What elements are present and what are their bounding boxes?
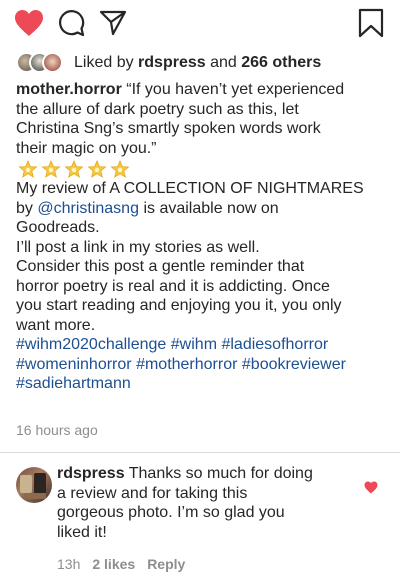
comment-username[interactable]: rdspress — [57, 465, 125, 482]
star-icon — [87, 160, 107, 178]
reply-button[interactable]: Reply — [147, 556, 185, 572]
likes-text: Liked by rdspress and 266 others — [74, 54, 321, 72]
hashtag-line: #wihm2020challenge #wihm #ladiesofhorror — [16, 335, 390, 355]
hashtag-link[interactable]: #wihm — [171, 336, 217, 353]
caption-line: you start reading and enjoying you it, y… — [16, 297, 342, 314]
caption-line: mother.horror “If you haven’t yet experi… — [16, 80, 390, 100]
hashtag-line: #womeninhorror #motherhorror #bookreview… — [16, 355, 390, 375]
heart-small-icon[interactable] — [364, 481, 378, 494]
caption-line: Goodreads. — [16, 219, 100, 236]
star-icon — [18, 160, 38, 178]
likes-prefix: Liked by — [74, 54, 134, 71]
hashtag-link[interactable]: #bookreviewer — [242, 356, 346, 373]
caption-line: horror poetry is real and it is addictin… — [16, 277, 330, 295]
mention-link[interactable]: @christinasng — [37, 200, 139, 217]
comment-text: Thanks so much for doing — [128, 465, 313, 482]
liker-avatars — [16, 52, 70, 74]
post-timestamp: 16 hours ago — [16, 422, 98, 438]
hashtag-link[interactable]: #ladiesofhorror — [221, 336, 328, 353]
caption-line: their magic on you.” — [16, 139, 157, 157]
hashtag-link[interactable]: #motherhorror — [136, 356, 237, 373]
review-by: by — [16, 199, 33, 217]
post-action-bar — [0, 0, 400, 44]
divider — [0, 452, 400, 453]
avatar[interactable] — [16, 467, 52, 503]
caption-line: I’ll post a link in my stories as well. — [16, 238, 260, 256]
hashtag-link[interactable]: #sadiehartmann — [16, 375, 131, 392]
comment-line: liked it! — [57, 523, 107, 541]
comment-time: 13h — [57, 556, 81, 572]
comment-body: rdspress Thanks so much for doing a revi… — [57, 464, 357, 542]
star-icon — [110, 160, 130, 178]
bookmark-icon[interactable] — [358, 8, 384, 38]
caption-line: by @christinasng is available now on — [16, 199, 390, 219]
avatar — [42, 52, 63, 73]
comment-line: gorgeous photo. I’m so glad you — [57, 504, 285, 521]
caption-text: “If you haven’t yet experienced — [126, 81, 345, 98]
likes-conjunction: and — [210, 54, 237, 71]
star-emoji-row — [18, 159, 390, 179]
review-rest: is available now on — [143, 199, 279, 217]
liker-username[interactable]: rdspress — [138, 54, 206, 71]
comment-icon[interactable] — [57, 9, 85, 37]
caption-line: Christina Sng’s smartly spoken words wor… — [16, 120, 321, 137]
likes-others-count[interactable]: 266 others — [241, 54, 321, 71]
caption-line: the allure of dark poetry such as this, … — [16, 100, 299, 118]
comment-likes-count[interactable]: 2 likes — [92, 556, 135, 572]
heart-filled-icon[interactable] — [14, 9, 44, 37]
comment-line: rdspress Thanks so much for doing — [57, 464, 357, 484]
caption-line: My review of A COLLECTION OF NIGHTMARES — [16, 180, 364, 197]
star-icon — [41, 160, 61, 178]
hashtag-link[interactable]: #wihm2020challenge — [16, 336, 166, 353]
hashtag-link[interactable]: #womeninhorror — [16, 356, 132, 373]
star-icon — [64, 160, 84, 178]
post-caption: mother.horror “If you haven’t yet experi… — [16, 80, 390, 394]
paper-plane-icon[interactable] — [99, 9, 127, 37]
likes-summary[interactable]: Liked by rdspress and 266 others — [16, 52, 321, 74]
hashtag-line: #sadiehartmann — [16, 374, 390, 394]
caption-line: Consider this post a gentle reminder tha… — [16, 258, 305, 275]
comment-meta: 13h 2 likes Reply — [57, 556, 185, 572]
comment-line: a review and for taking this — [57, 484, 248, 502]
caption-line: want more. — [16, 316, 96, 334]
post-username[interactable]: mother.horror — [16, 81, 122, 98]
